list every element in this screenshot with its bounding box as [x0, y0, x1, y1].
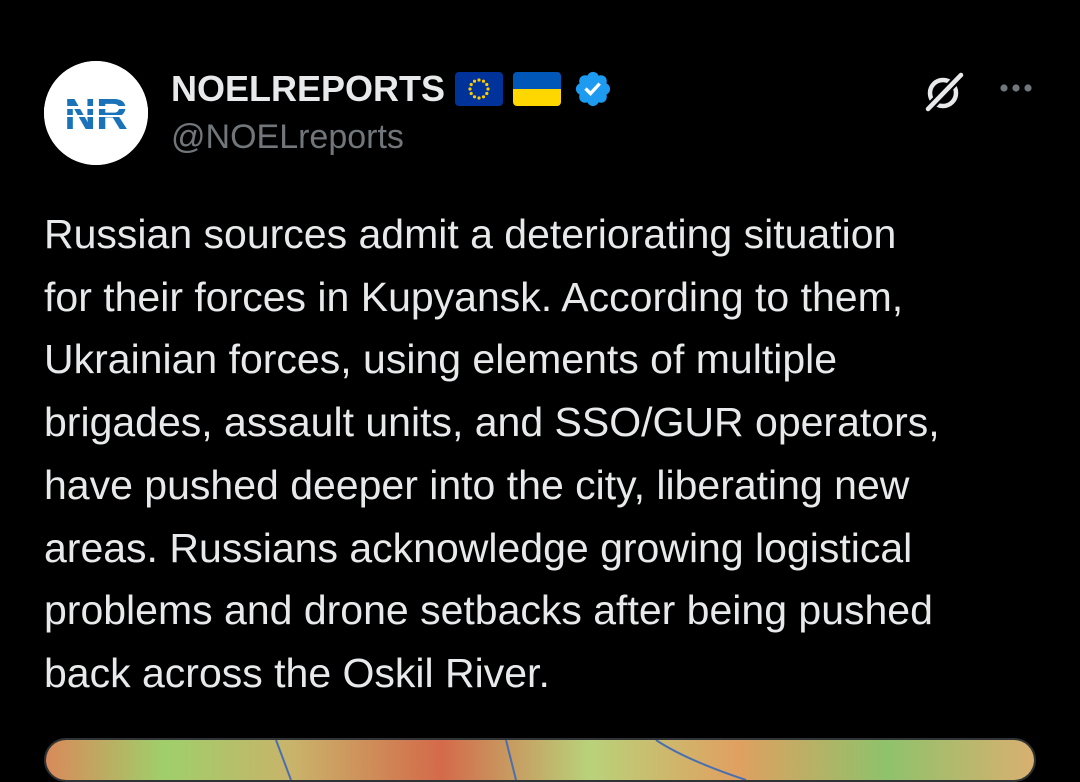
avatar[interactable]: NR — [44, 61, 148, 165]
tweet-text-line: areas. Russians acknowledge growing logi… — [44, 524, 913, 571]
nr-logo-icon: NR — [44, 61, 148, 165]
tweet-text: Russian sources admit a deteriorating si… — [44, 203, 1044, 705]
verified-badge-icon[interactable] — [573, 69, 613, 109]
tweet-text-line: back across the Oskil River. — [44, 649, 550, 696]
tweet-text-line: Ukrainian forces, using elements of mult… — [44, 336, 838, 383]
tweet-text-line: have pushed deeper into the city, libera… — [44, 461, 910, 508]
author-handle[interactable]: @NOELreports — [171, 118, 404, 157]
author-name-row: NOELREPORTS — [171, 66, 613, 112]
tweet-text-line: problems and drone setbacks after being … — [44, 587, 933, 634]
eu-flag-icon — [455, 72, 504, 106]
media-image[interactable] — [44, 738, 1036, 782]
avatar-text: NR — [64, 90, 128, 139]
display-name[interactable]: NOELREPORTS — [171, 68, 445, 110]
grok-button[interactable] — [918, 66, 970, 118]
more-options-button[interactable] — [990, 66, 1042, 110]
tweet-text-line: for their forces in Kupyansk. According … — [44, 273, 904, 320]
more-dots-icon — [1000, 84, 1032, 92]
grok-icon — [923, 70, 966, 114]
tweet-text-line: Russian sources admit a deteriorating si… — [44, 211, 897, 257]
map-image-icon — [46, 740, 1034, 780]
tweet-text-line: brigades, assault units, and SSO/GUR ope… — [44, 399, 940, 446]
ukraine-flag-icon — [513, 72, 562, 106]
